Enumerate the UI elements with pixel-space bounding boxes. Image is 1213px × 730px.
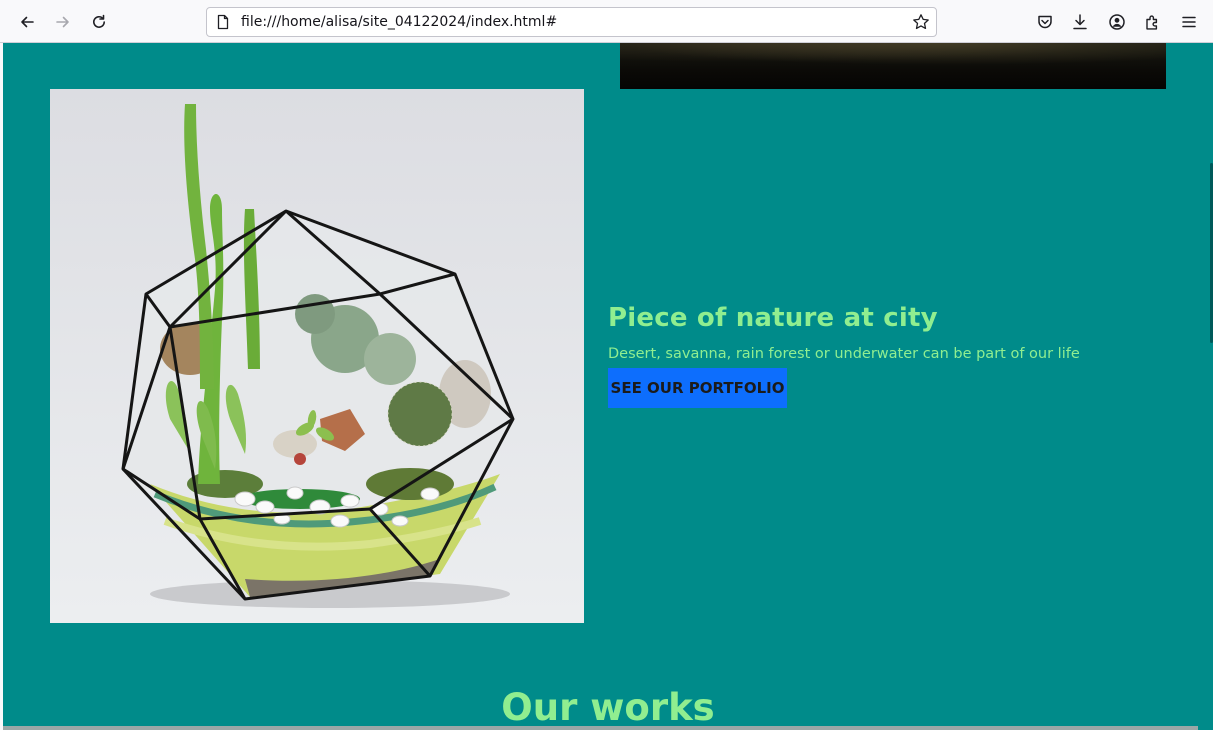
dark-forest-image: [620, 43, 1166, 89]
terrarium-image: [50, 89, 584, 623]
star-icon[interactable]: [912, 13, 930, 31]
forward-arrow-icon: [56, 16, 69, 28]
browser-toolbar: file:///home/alisa/site_04122024/index.h…: [0, 0, 1213, 43]
horizontal-scrollbar[interactable]: [3, 726, 1198, 730]
extensions-icon: [1146, 15, 1158, 30]
reload-icon: [93, 14, 105, 28]
pocket-icon: [1038, 15, 1052, 29]
hero-subtitle: Desert, savanna, rain forest or underwat…: [608, 346, 1080, 362]
account-icon: [1109, 14, 1125, 30]
back-button[interactable]: [13, 8, 41, 36]
our-works-heading: Our works: [501, 686, 715, 729]
url-text[interactable]: file:///home/alisa/site_04122024/index.h…: [241, 8, 557, 36]
page-icon: [217, 14, 229, 30]
page-viewport: Piece of nature at city Desert, savanna,…: [3, 43, 1213, 730]
download-icon: [1073, 14, 1087, 30]
back-arrow-icon: [21, 16, 34, 28]
forward-button[interactable]: [49, 8, 77, 36]
hamburger-menu-icon: [1182, 16, 1196, 28]
menu-button[interactable]: [1175, 8, 1203, 36]
hero-title: Piece of nature at city: [608, 303, 938, 333]
downloads-button[interactable]: [1066, 8, 1094, 36]
pocket-button[interactable]: [1031, 8, 1059, 36]
extensions-button[interactable]: [1139, 8, 1167, 36]
see-portfolio-button[interactable]: SEE OUR PORTFOLIO: [608, 368, 787, 408]
terrarium-illustration: [50, 89, 584, 623]
account-button[interactable]: [1103, 8, 1131, 36]
address-bar[interactable]: file:///home/alisa/site_04122024/index.h…: [206, 7, 937, 37]
reload-button[interactable]: [85, 8, 113, 36]
